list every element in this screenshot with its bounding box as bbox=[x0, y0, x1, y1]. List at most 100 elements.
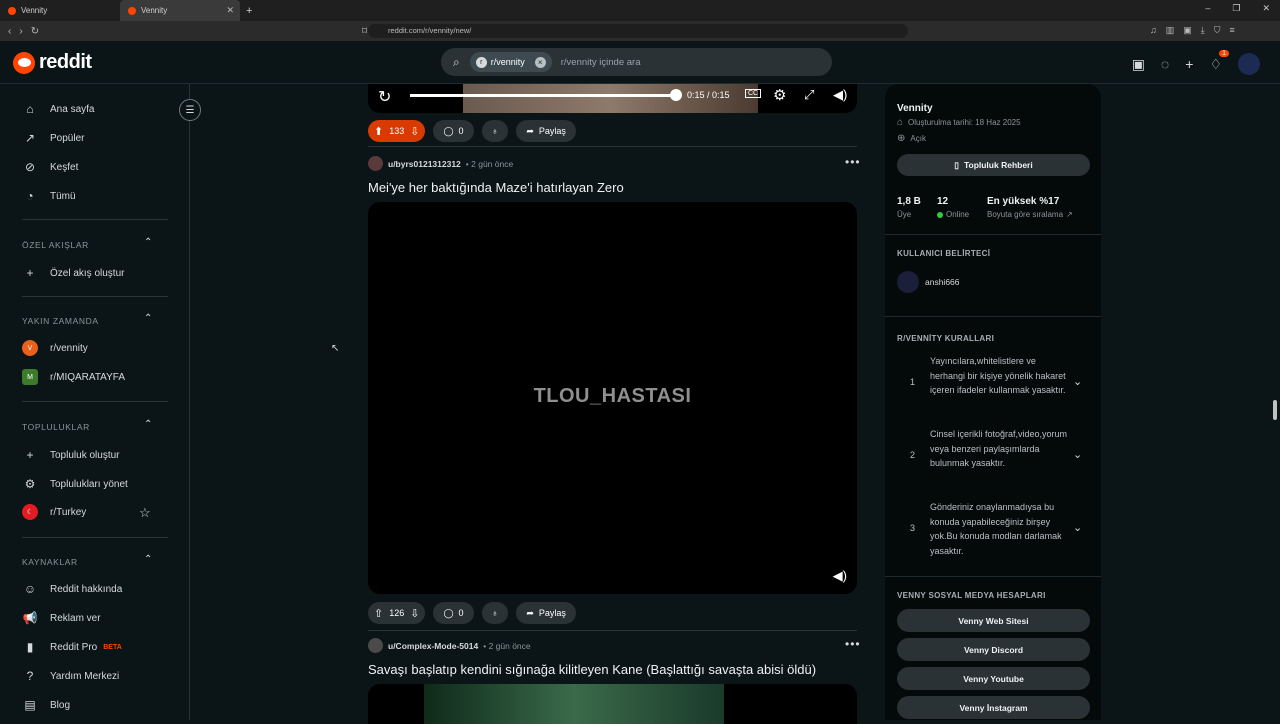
sidebar-item-vennity[interactable]: Vr/vennity bbox=[22, 340, 88, 356]
advertise-icon[interactable]: ▣ bbox=[1132, 56, 1145, 73]
clear-chip-icon[interactable]: × bbox=[534, 56, 546, 68]
award-button[interactable]: ♁ bbox=[481, 120, 509, 142]
minimize-icon[interactable]: – bbox=[1205, 3, 1210, 14]
music-icon[interactable]: ♫ bbox=[1150, 25, 1157, 36]
close-tab-icon[interactable]: ✕ bbox=[226, 5, 234, 16]
download-icon[interactable]: ⤓ bbox=[1201, 25, 1205, 36]
wallet-icon[interactable]: ▣ bbox=[1183, 25, 1192, 36]
manage-communities[interactable]: ⚙ Toplulukları yönet bbox=[22, 476, 128, 492]
section-resources[interactable]: KAYNAKLAR bbox=[22, 557, 78, 567]
sidebar-item-help[interactable]: ? Yardım Merkezi bbox=[22, 668, 120, 684]
comments-button[interactable]: ◯ 0 bbox=[433, 602, 474, 624]
notifications-icon[interactable]: ♢ 1 bbox=[1209, 49, 1229, 73]
sidebar-item-advertise[interactable]: 📢 Reklam ver bbox=[22, 610, 101, 626]
forward-icon[interactable]: › bbox=[19, 26, 22, 37]
back-icon[interactable]: ‹ bbox=[8, 26, 11, 37]
chevron-up-icon[interactable]: ⌃ bbox=[144, 237, 152, 248]
sidebar-item-home[interactable]: ⌂ Ana sayfa bbox=[22, 101, 94, 117]
sidebar-item-turkey[interactable]: ☾ r/Turkey bbox=[22, 504, 86, 520]
user-avatar[interactable] bbox=[368, 156, 383, 171]
captions-icon[interactable]: CC bbox=[745, 89, 762, 98]
section-custom-feeds[interactable]: ÖZEL AKIŞLAR bbox=[22, 240, 89, 250]
share-button[interactable]: ➦ Paylaş bbox=[516, 602, 576, 624]
video-progress-bar[interactable] bbox=[410, 94, 676, 97]
user-avatar[interactable] bbox=[1238, 53, 1260, 75]
share-button[interactable]: ➦ Paylaş bbox=[516, 120, 576, 142]
miqaratayfa-community-icon: M bbox=[22, 369, 38, 385]
favorite-star-icon[interactable]: ☆ bbox=[139, 505, 151, 521]
chevron-down-icon[interactable]: ⌄ bbox=[1073, 375, 1082, 388]
search-icon: ⌕ bbox=[453, 54, 460, 69]
post-author[interactable]: u/byrs0121312312 bbox=[388, 159, 461, 169]
post-video[interactable] bbox=[368, 684, 857, 724]
rank-label[interactable]: Boyuta göre sıralama ↗ bbox=[987, 210, 1073, 219]
user-flair[interactable]: anshi666 bbox=[897, 271, 960, 293]
reddit-logo[interactable]: reddit bbox=[13, 51, 92, 74]
post-separator bbox=[368, 630, 857, 631]
upvote-icon[interactable]: ⇧ bbox=[374, 607, 383, 620]
downvote-icon[interactable]: ⇩ bbox=[410, 125, 419, 138]
downvote-icon[interactable]: ⇩ bbox=[410, 607, 419, 620]
section-communities[interactable]: TOPLULUKLAR bbox=[22, 422, 90, 432]
community-guide-button[interactable]: ▯ Topluluk Rehberi bbox=[897, 154, 1090, 176]
page-scrollbar[interactable] bbox=[1273, 400, 1277, 420]
chevron-up-icon[interactable]: ⌃ bbox=[144, 554, 152, 565]
collapse-sidebar-button[interactable]: ☰ bbox=[179, 99, 201, 121]
create-community[interactable]: + Topluluk oluştur bbox=[22, 447, 119, 463]
search-bar[interactable]: ⌕ r r/vennity × r/vennity içinde ara bbox=[441, 48, 832, 76]
sidebar-item-reddit-pro[interactable]: ▮ Reddit Pro BETA bbox=[22, 639, 122, 655]
upvote-icon[interactable]: ⬆ bbox=[374, 125, 383, 138]
post-author[interactable]: u/Complex-Mode-5014 bbox=[388, 641, 478, 651]
url-field[interactable]: reddit.com/r/vennity/new/ bbox=[368, 24, 908, 38]
settings-icon[interactable]: ⚙ bbox=[773, 86, 786, 104]
video-scrubber[interactable] bbox=[670, 89, 682, 101]
more-options-icon[interactable]: ••• bbox=[845, 637, 861, 651]
create-post-icon[interactable]: + bbox=[1185, 56, 1193, 72]
venny-instagram-button[interactable]: Venny İnstagram bbox=[897, 696, 1090, 719]
bookmark-icon[interactable]: ⌑ bbox=[362, 26, 367, 37]
sidebar-item-label: r/vennity bbox=[50, 342, 88, 354]
more-options-icon[interactable]: ••• bbox=[845, 155, 861, 169]
fullscreen-icon[interactable]: ⤢ bbox=[804, 87, 814, 103]
chevron-up-icon[interactable]: ⌃ bbox=[144, 313, 152, 324]
replay-icon[interactable]: ↻ bbox=[378, 87, 391, 107]
venny-website-button[interactable]: Venny Web Sitesi bbox=[897, 609, 1090, 632]
reload-icon[interactable]: ↻ bbox=[31, 26, 39, 37]
reddit-header: reddit ⌕ r r/vennity × r/vennity içinde … bbox=[0, 41, 1280, 84]
venny-discord-button[interactable]: Venny Discord bbox=[897, 638, 1090, 661]
section-recent[interactable]: YAKIN ZAMANDA bbox=[22, 316, 99, 326]
volume-icon[interactable]: ◀) bbox=[833, 568, 847, 584]
chevron-down-icon[interactable]: ⌄ bbox=[1073, 448, 1082, 461]
new-tab-button[interactable]: + bbox=[246, 5, 252, 17]
close-window-icon[interactable]: ✕ bbox=[1262, 3, 1270, 14]
sidebar-item-popular[interactable]: ↗ Popüler bbox=[22, 130, 85, 146]
award-icon: ♁ bbox=[491, 608, 499, 618]
venny-youtube-button[interactable]: Venny Youtube bbox=[897, 667, 1090, 690]
user-avatar[interactable] bbox=[368, 638, 383, 653]
chevron-up-icon[interactable]: ⌃ bbox=[144, 419, 152, 430]
restore-icon[interactable]: ❐ bbox=[1232, 3, 1240, 14]
sidebar-item-explore[interactable]: ⊘ Keşfet bbox=[22, 159, 78, 175]
sidebar-icon[interactable]: ▥ bbox=[1166, 25, 1175, 36]
shield-icon[interactable]: ⛉ bbox=[1214, 25, 1221, 36]
social-title: VENNY SOSYAL MEDYA HESAPLARI bbox=[897, 591, 1046, 600]
comments-button[interactable]: ◯ 0 bbox=[433, 120, 474, 142]
browser-tab-active[interactable]: Vennity ✕ bbox=[120, 0, 240, 21]
sidebar-item-miqaratayfa[interactable]: Mr/MIQARATAYFA bbox=[22, 369, 125, 385]
browser-tab[interactable]: Vennity bbox=[0, 0, 120, 21]
sidebar-item-blog[interactable]: ▤ Blog bbox=[22, 697, 70, 713]
volume-icon[interactable]: ◀) bbox=[833, 87, 847, 103]
post-title[interactable]: Mei'ye her baktığında Maze'i hatırlayan … bbox=[368, 180, 624, 195]
reddit-icon: ☺ bbox=[23, 582, 37, 596]
post-title[interactable]: Savaşı başlatıp kendini sığınağa kilitle… bbox=[368, 662, 816, 677]
award-button[interactable]: ♁ bbox=[481, 602, 509, 624]
post-video[interactable]: TLOU_HASTASI ◀) bbox=[368, 202, 857, 594]
subreddit-chip[interactable]: r r/vennity × bbox=[469, 52, 552, 72]
create-custom-feed[interactable]: + Özel akış oluştur bbox=[22, 265, 124, 281]
sidebar-item-about-reddit[interactable]: ☺ Reddit hakkında bbox=[22, 581, 122, 597]
reddit-favicon-icon bbox=[128, 6, 136, 15]
chat-icon[interactable]: ◌ bbox=[1161, 56, 1169, 72]
menu-icon[interactable]: ≡ bbox=[1230, 25, 1235, 36]
sidebar-item-all[interactable]: ◔ Tümü bbox=[22, 188, 75, 204]
chevron-down-icon[interactable]: ⌄ bbox=[1073, 521, 1082, 534]
